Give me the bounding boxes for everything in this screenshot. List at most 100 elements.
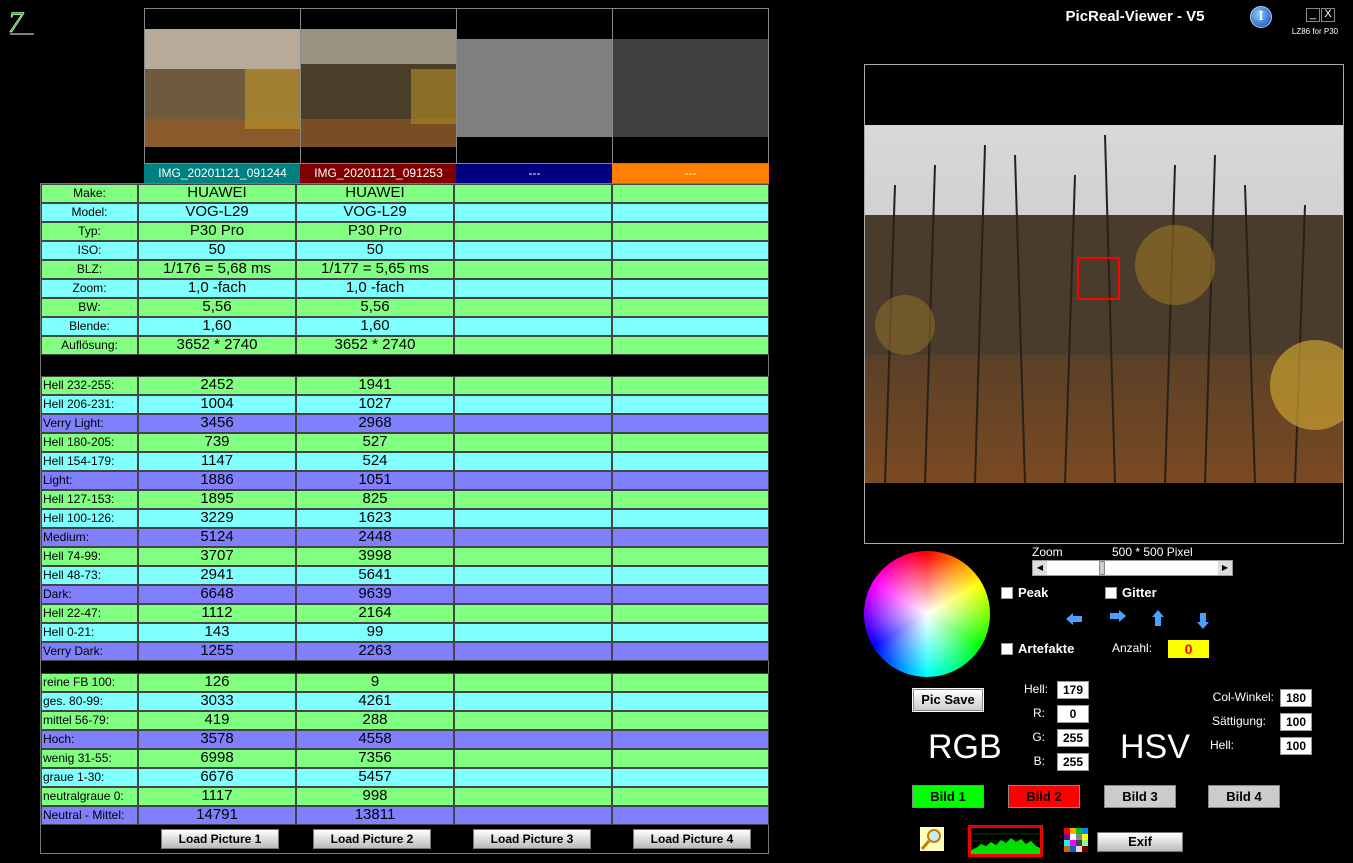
row-label: Hell 48-73: <box>41 566 138 585</box>
slider-thumb[interactable] <box>1099 561 1105 575</box>
close-button[interactable]: X <box>1321 8 1335 22</box>
table-cell-pic-2: 1941 <box>296 376 454 395</box>
table-cell-pic-1: 1117 <box>138 787 296 806</box>
table-cell-pic-2: 1623 <box>296 509 454 528</box>
table-cell-pic-3 <box>454 395 612 414</box>
table-cell-pic-2: 2164 <box>296 604 454 623</box>
table-cell-pic-4 <box>612 509 769 528</box>
bild-1-button[interactable]: Bild 1 <box>912 785 984 808</box>
slider-left-icon[interactable]: ◀ <box>1033 561 1047 575</box>
row-label: Hell 154-179: <box>41 452 138 471</box>
row-label: Model: <box>41 203 138 222</box>
arrow-right-icon[interactable] <box>1108 606 1128 626</box>
table-cell-pic-3 <box>454 471 612 490</box>
table-cell-pic-2: 2263 <box>296 642 454 661</box>
table-cell-pic-4 <box>612 768 769 787</box>
table-cell-pic-1: 6648 <box>138 585 296 604</box>
table-cell-pic-2: 825 <box>296 490 454 509</box>
load-picture-2-button[interactable]: Load Picture 2 <box>313 829 431 849</box>
saettigung-field[interactable]: 100 <box>1280 713 1312 731</box>
table-cell-pic-3 <box>454 623 612 642</box>
magnifier-icon[interactable] <box>920 827 944 851</box>
table-cell-pic-1: 6998 <box>138 749 296 768</box>
table-cell-pic-4 <box>612 317 769 336</box>
load-picture-1-button[interactable]: Load Picture 1 <box>161 829 279 849</box>
table-cell-pic-4 <box>612 642 769 661</box>
thumbnail-1[interactable] <box>144 8 301 164</box>
table-cell-pic-3 <box>454 279 612 298</box>
table-cell-pic-4 <box>612 471 769 490</box>
table-cell-pic-3 <box>454 566 612 585</box>
row-label: Zoom: <box>41 279 138 298</box>
image-preview[interactable] <box>864 64 1344 544</box>
zoom-slider[interactable]: ◀ ▶ <box>1032 560 1233 576</box>
table-cell-pic-4 <box>612 376 769 395</box>
row-label: Neutral - Mittel: <box>41 806 138 825</box>
arrow-down-icon[interactable] <box>1193 611 1213 631</box>
histogram-button[interactable] <box>968 825 1043 857</box>
table-cell-pic-1: HUAWEI <box>138 184 296 203</box>
b-field[interactable]: 255 <box>1057 753 1089 771</box>
thumbnail-2[interactable] <box>300 8 457 164</box>
g-field[interactable]: 255 <box>1057 729 1089 747</box>
table-cell-pic-2: 7356 <box>296 749 454 768</box>
load-picture-3-button[interactable]: Load Picture 3 <box>473 829 591 849</box>
rgb-hell-label: Hell: <box>1023 682 1048 696</box>
filename-3: --- <box>456 164 613 183</box>
table-cell-pic-3 <box>454 490 612 509</box>
load-picture-4-button[interactable]: Load Picture 4 <box>633 829 751 849</box>
table-cell-pic-2: 9639 <box>296 585 454 604</box>
table-cell-pic-1: 3033 <box>138 692 296 711</box>
table-cell-pic-3 <box>454 376 612 395</box>
hsv-title: HSV <box>1120 728 1190 766</box>
arrow-up-icon[interactable] <box>1148 608 1168 628</box>
r-field[interactable]: 0 <box>1057 705 1089 723</box>
arrow-left-icon[interactable] <box>1064 609 1084 629</box>
thumbnail-4[interactable] <box>612 8 769 164</box>
table-cell-pic-1: 1895 <box>138 490 296 509</box>
app-title: PicReal-Viewer - V5 <box>1065 8 1205 25</box>
table-cell-pic-3 <box>454 768 612 787</box>
table-cell-pic-4 <box>612 279 769 298</box>
exif-button[interactable]: Exif <box>1097 832 1183 852</box>
table-cell-pic-2: 50 <box>296 241 454 260</box>
table-cell-pic-3 <box>454 585 612 604</box>
zoom-label: Zoom <box>1032 545 1063 559</box>
peak-checkbox[interactable] <box>1001 587 1013 599</box>
bild-2-button[interactable]: Bild 2 <box>1008 785 1080 808</box>
col-winkel-field[interactable]: 180 <box>1280 689 1312 707</box>
slider-right-icon[interactable]: ▶ <box>1218 561 1232 575</box>
filename-1: IMG_20201121_091244 <box>144 164 301 183</box>
thumbnail-2-image <box>301 9 456 147</box>
table-cell-pic-3 <box>454 787 612 806</box>
rgb-hell-field[interactable]: 179 <box>1057 681 1089 699</box>
table-cell-pic-2: 4558 <box>296 730 454 749</box>
pic-save-button[interactable]: Pic Save <box>912 688 984 712</box>
filename-4: --- <box>612 164 769 183</box>
table-cell-pic-2: 3652 * 2740 <box>296 336 454 355</box>
gitter-checkbox[interactable] <box>1105 587 1117 599</box>
table-cell-pic-2: 4261 <box>296 692 454 711</box>
table-cell-pic-1: 5124 <box>138 528 296 547</box>
table-cell-pic-2: 2968 <box>296 414 454 433</box>
info-icon[interactable]: I <box>1250 6 1272 28</box>
table-cell-pic-4 <box>612 490 769 509</box>
bild-3-button[interactable]: Bild 3 <box>1104 785 1176 808</box>
table-cell-pic-1: 3578 <box>138 730 296 749</box>
bild-4-button[interactable]: Bild 4 <box>1208 785 1280 808</box>
minimize-button[interactable]: _ <box>1306 8 1320 22</box>
anzahl-value: 0 <box>1168 640 1209 658</box>
hsv-hell-label: Hell: <box>1209 738 1234 752</box>
palette-icon[interactable] <box>1064 828 1088 852</box>
thumbnail-3[interactable] <box>456 8 613 164</box>
color-wheel[interactable] <box>864 551 990 677</box>
row-label: Hell 74-99: <box>41 547 138 566</box>
table-cell-pic-3 <box>454 433 612 452</box>
table-cell-pic-4 <box>612 673 769 692</box>
table-cell-pic-4 <box>612 692 769 711</box>
hsv-hell-field[interactable]: 100 <box>1280 737 1312 755</box>
table-cell-pic-4 <box>612 787 769 806</box>
table-cell-pic-2: VOG-L29 <box>296 203 454 222</box>
artefakte-checkbox[interactable] <box>1001 643 1013 655</box>
g-label: G: <box>1032 730 1045 744</box>
